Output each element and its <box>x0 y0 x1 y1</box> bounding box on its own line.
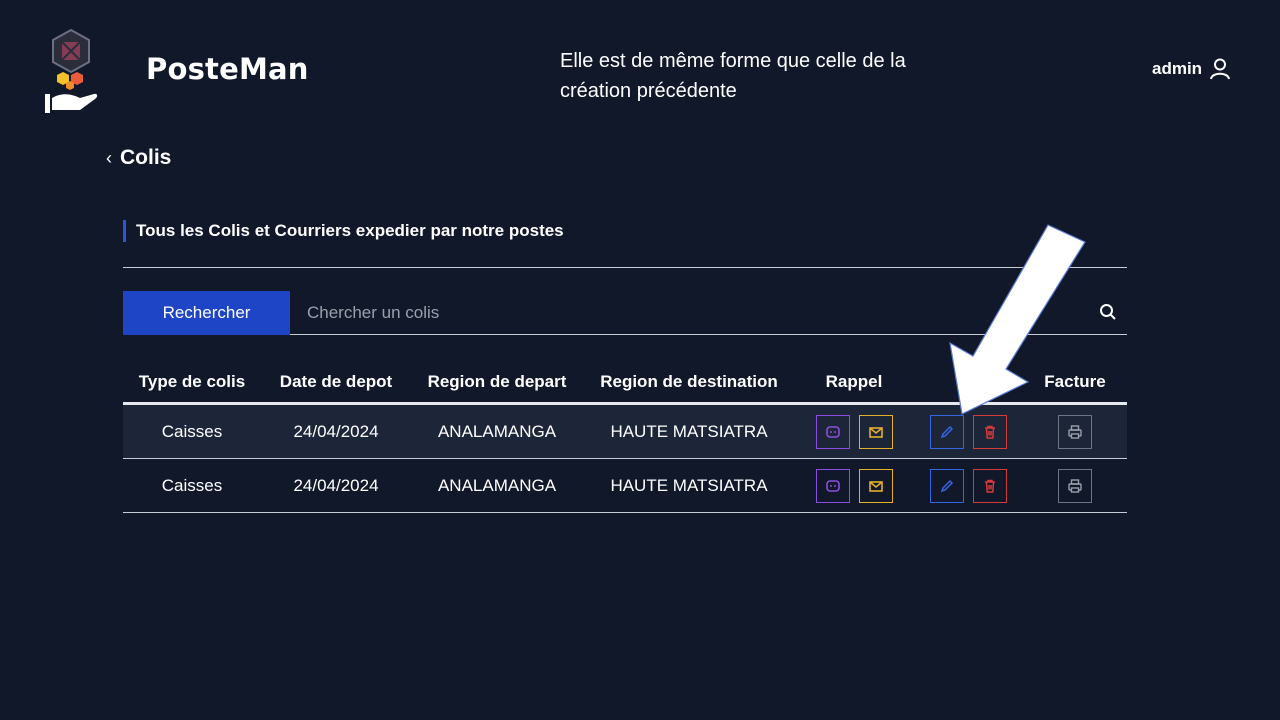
print-button[interactable] <box>1058 468 1092 503</box>
delete-button[interactable] <box>972 468 1007 503</box>
cell-date: 24/04/2024 <box>293 421 379 441</box>
annotation-arrow <box>949 224 1086 415</box>
header-date: Date de depot <box>279 372 393 391</box>
cell-date: 24/04/2024 <box>293 475 379 495</box>
print-button[interactable] <box>1058 414 1092 449</box>
trash-icon <box>984 425 995 439</box>
cell-depart: ANALAMANGA <box>437 421 557 441</box>
edit-pencil-icon <box>940 479 953 492</box>
annotation-note: Elle est de même forme que celle de la c… <box>560 50 906 102</box>
brand-name: PosteMan <box>146 52 309 86</box>
search-icon[interactable] <box>1099 303 1117 321</box>
search-button[interactable]: Rechercher <box>123 291 290 335</box>
search-bar: Rechercher <box>123 291 1127 335</box>
cell-destination: HAUTE MATSIATRA <box>610 475 768 495</box>
edit-pencil-icon <box>940 425 953 438</box>
trash-icon <box>984 479 995 493</box>
search-field <box>290 291 1127 335</box>
cell-depart: ANALAMANGA <box>437 475 557 495</box>
page-title: Colis <box>120 146 172 169</box>
printer-icon <box>1068 478 1082 493</box>
header-actions: A <box>961 372 975 391</box>
message-icon <box>825 425 840 438</box>
user-name: admin <box>1152 59 1203 78</box>
cell-facture <box>1023 468 1127 503</box>
mail-icon <box>868 426 883 438</box>
cell-rappel <box>795 468 913 503</box>
rappel-message-button[interactable] <box>815 468 850 503</box>
cell-destination: HAUTE MATSIATRA <box>610 421 768 441</box>
header-type: Type de colis <box>138 372 246 391</box>
table-row: Caisses 24/04/2024 ANALAMANGA HAUTE MATS… <box>123 405 1127 459</box>
cell-type: Caisses <box>161 475 223 495</box>
cell-actions <box>913 468 1023 503</box>
rappel-message-button[interactable] <box>815 414 850 449</box>
edit-button[interactable] <box>929 468 964 503</box>
back-link[interactable]: ‹ Colis <box>106 146 171 170</box>
delete-button[interactable] <box>972 414 1007 449</box>
edit-button[interactable] <box>929 414 964 449</box>
divider <box>123 267 1127 268</box>
user-menu[interactable]: admin <box>1152 58 1231 80</box>
cell-facture <box>1023 414 1127 449</box>
cell-rappel <box>795 414 913 449</box>
header-rappel: Rappel <box>825 372 883 391</box>
table-header: Type de colis Date de depot Region de de… <box>123 362 1127 405</box>
chevron-left-icon: ‹ <box>106 147 112 168</box>
rappel-mail-button[interactable] <box>858 414 893 449</box>
colis-table: Type de colis Date de depot Region de de… <box>123 362 1127 513</box>
search-input[interactable] <box>290 291 1069 335</box>
printer-icon <box>1068 424 1082 439</box>
logo-box-hand-icon <box>45 28 98 113</box>
message-icon <box>825 479 840 492</box>
header-destination: Region de destination <box>600 372 778 391</box>
section-title: Tous les Colis et Courriers expedier par… <box>123 220 564 242</box>
cell-type: Caisses <box>161 421 223 441</box>
rappel-mail-button[interactable] <box>858 468 893 503</box>
table-row: Caisses 24/04/2024 ANALAMANGA HAUTE MATS… <box>123 459 1127 513</box>
mail-icon <box>868 480 883 492</box>
header-depart: Region de depart <box>427 372 567 391</box>
cell-actions <box>913 414 1023 449</box>
header-facture: Facture <box>1044 372 1106 391</box>
user-icon <box>1210 58 1231 80</box>
